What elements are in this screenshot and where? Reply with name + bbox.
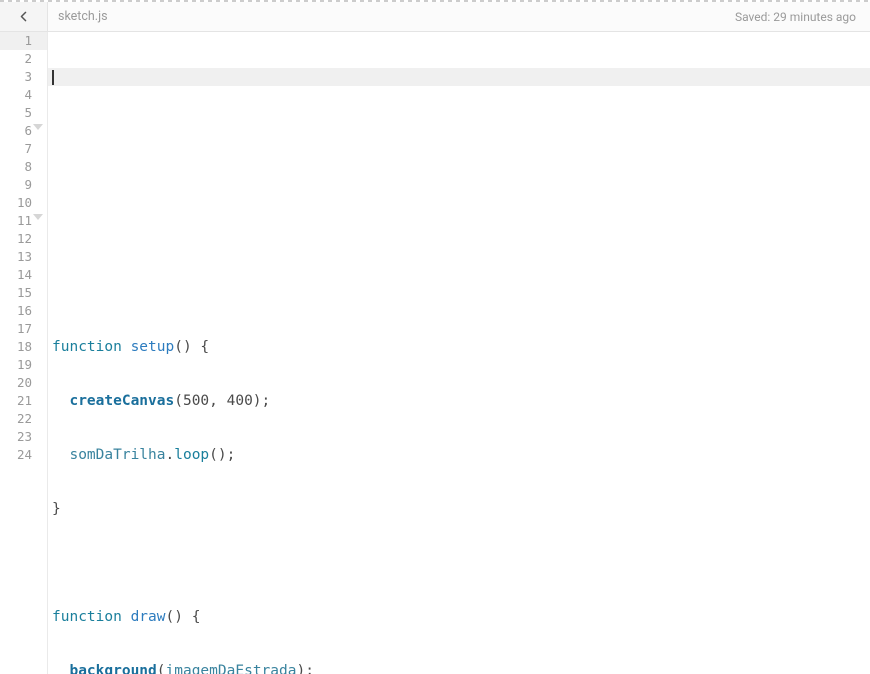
line-number: 21 [0,392,47,410]
code-line[interactable]: } [48,500,870,518]
line-number: 14 [0,266,47,284]
code-line[interactable] [48,68,870,86]
chevron-left-icon [18,11,29,22]
code-area[interactable]: function setup() { createCanvas(500, 400… [48,32,870,674]
code-line[interactable]: function draw() { [48,608,870,626]
line-number-gutter: 123456789101112131415161718192021222324 [0,32,48,674]
code-line[interactable]: createCanvas(500, 400); [48,392,870,410]
code-line[interactable] [48,176,870,194]
code-line[interactable] [48,284,870,302]
line-number: 11 [0,212,47,230]
code-line[interactable] [48,230,870,248]
line-number: 5 [0,104,47,122]
line-number: 15 [0,284,47,302]
line-number: 20 [0,374,47,392]
filename-label: sketch.js [48,9,108,24]
code-line[interactable] [48,122,870,140]
back-button[interactable] [0,2,48,31]
save-status: Saved: 29 minutes ago [735,10,856,24]
editor-header: sketch.js Saved: 29 minutes ago [0,2,870,32]
line-number: 22 [0,410,47,428]
code-line[interactable] [48,554,870,572]
line-number: 19 [0,356,47,374]
line-number: 13 [0,248,47,266]
line-number: 8 [0,158,47,176]
line-number: 18 [0,338,47,356]
code-line[interactable]: somDaTrilha.loop(); [48,446,870,464]
fold-toggle-icon[interactable] [33,124,43,130]
fold-toggle-icon[interactable] [33,214,43,220]
code-line[interactable]: background(imagemDaEstrada); [48,662,870,674]
line-number: 1 [0,32,47,50]
line-number: 3 [0,68,47,86]
text-cursor [52,70,54,85]
line-number: 2 [0,50,47,68]
line-number: 12 [0,230,47,248]
line-number: 6 [0,122,47,140]
line-number: 23 [0,428,47,446]
code-editor[interactable]: 123456789101112131415161718192021222324 … [0,32,870,674]
line-number: 16 [0,302,47,320]
line-number: 9 [0,176,47,194]
line-number: 24 [0,446,47,464]
line-number: 7 [0,140,47,158]
line-number: 4 [0,86,47,104]
line-number: 17 [0,320,47,338]
line-number: 10 [0,194,47,212]
code-line[interactable]: function setup() { [48,338,870,356]
